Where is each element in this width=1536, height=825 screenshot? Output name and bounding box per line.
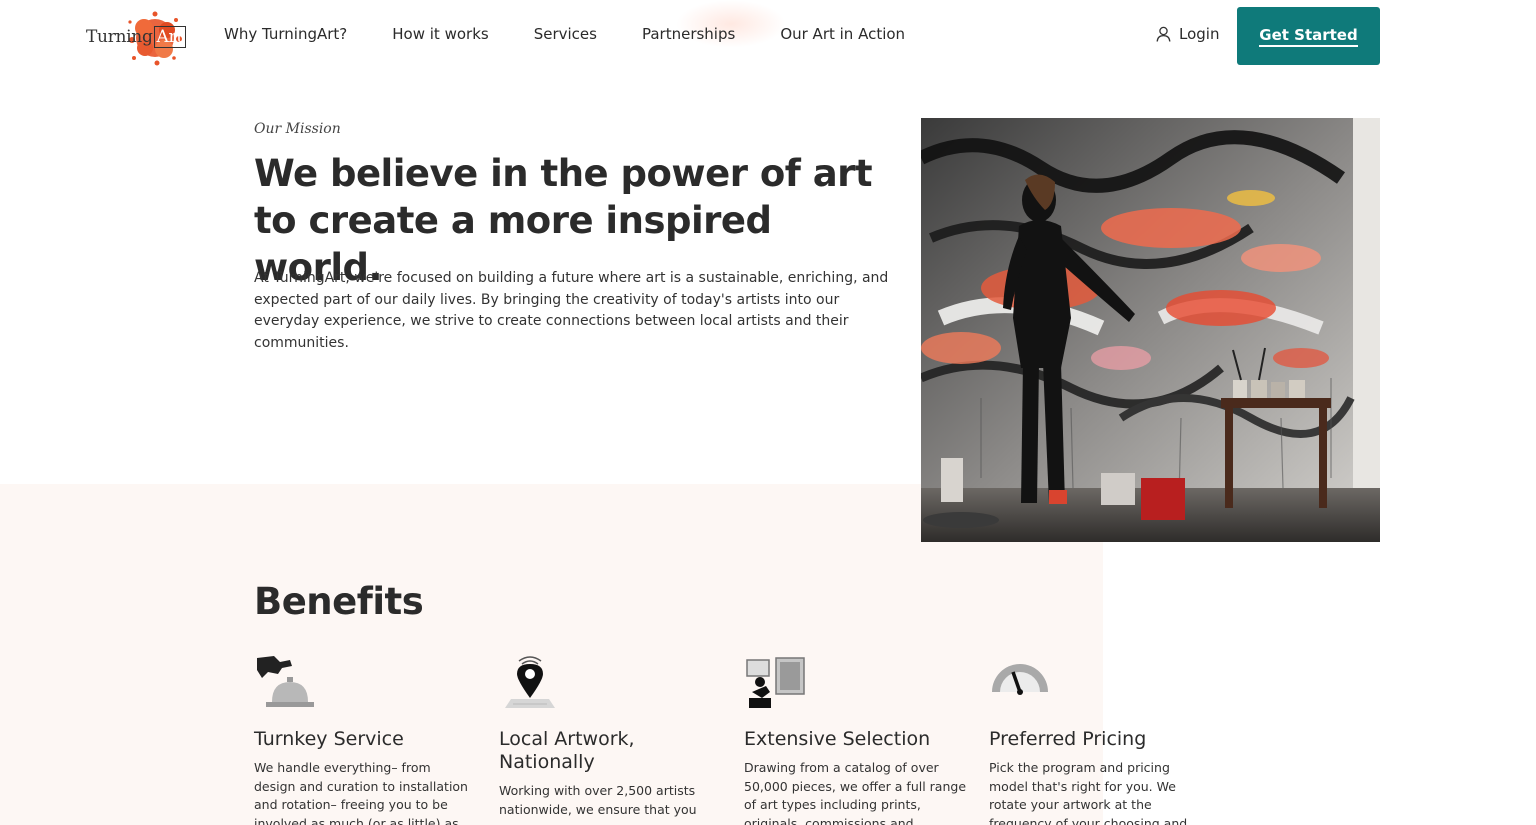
nav-how-it-works[interactable]: How it works (392, 25, 488, 43)
logo-text-turning: Turning (86, 27, 153, 47)
map-pin-icon (505, 656, 555, 708)
artist-painting-photo (921, 118, 1380, 542)
nav-our-art-in-action[interactable]: Our Art in Action (780, 25, 905, 43)
benefit-title: Turnkey Service (254, 728, 404, 750)
benefits-title: Benefits (254, 580, 424, 623)
benefit-card: Turnkey Service We handle everything– fr… (254, 652, 476, 825)
nav-partnerships[interactable]: Partnerships (642, 25, 735, 43)
service-bell-icon (257, 656, 314, 707)
benefit-title: Preferred Pricing (989, 728, 1147, 750)
user-icon (1156, 26, 1171, 42)
logo-text-art: Art (153, 26, 186, 48)
site-header: Turning Art Why TurningArt? How it works … (0, 0, 1536, 70)
benefit-text: Drawing from a catalog of over 50,000 pi… (744, 760, 967, 825)
gallery-selection-icon (746, 657, 805, 708)
benefit-card: Extensive Selection Drawing from a catal… (744, 652, 966, 825)
mission-kicker: Our Mission (254, 121, 341, 137)
get-started-label: Get Started (1259, 26, 1358, 47)
login-label: Login (1179, 25, 1220, 43)
main-nav: Why TurningArt? How it works Services Pa… (224, 25, 950, 43)
benefit-card: Local Artwork, Nationally Working with o… (499, 652, 721, 825)
benefit-text: Pick the program and pricing model that'… (989, 760, 1188, 825)
logo-wordmark: Turning Art (86, 26, 186, 48)
get-started-button[interactable]: Get Started (1237, 7, 1380, 65)
login-link[interactable]: Login (1156, 25, 1219, 43)
benefit-title: Extensive Selection (744, 728, 931, 750)
nav-services[interactable]: Services (534, 25, 597, 43)
mission-body: At TurningArt, we're focused on building… (254, 270, 889, 351)
turningart-logo[interactable]: Turning Art (86, 10, 190, 66)
benefit-card: Preferred Pricing Pick the program and p… (989, 652, 1211, 825)
nav-why-turningart[interactable]: Why TurningArt? (224, 25, 347, 43)
pricing-gauge-icon (992, 664, 1048, 695)
benefit-text: Working with over 2,500 artists nationwi… (499, 783, 697, 825)
benefit-text: We handle everything– from design and cu… (254, 760, 468, 825)
benefit-title: Local Artwork, Nationally (499, 728, 635, 773)
